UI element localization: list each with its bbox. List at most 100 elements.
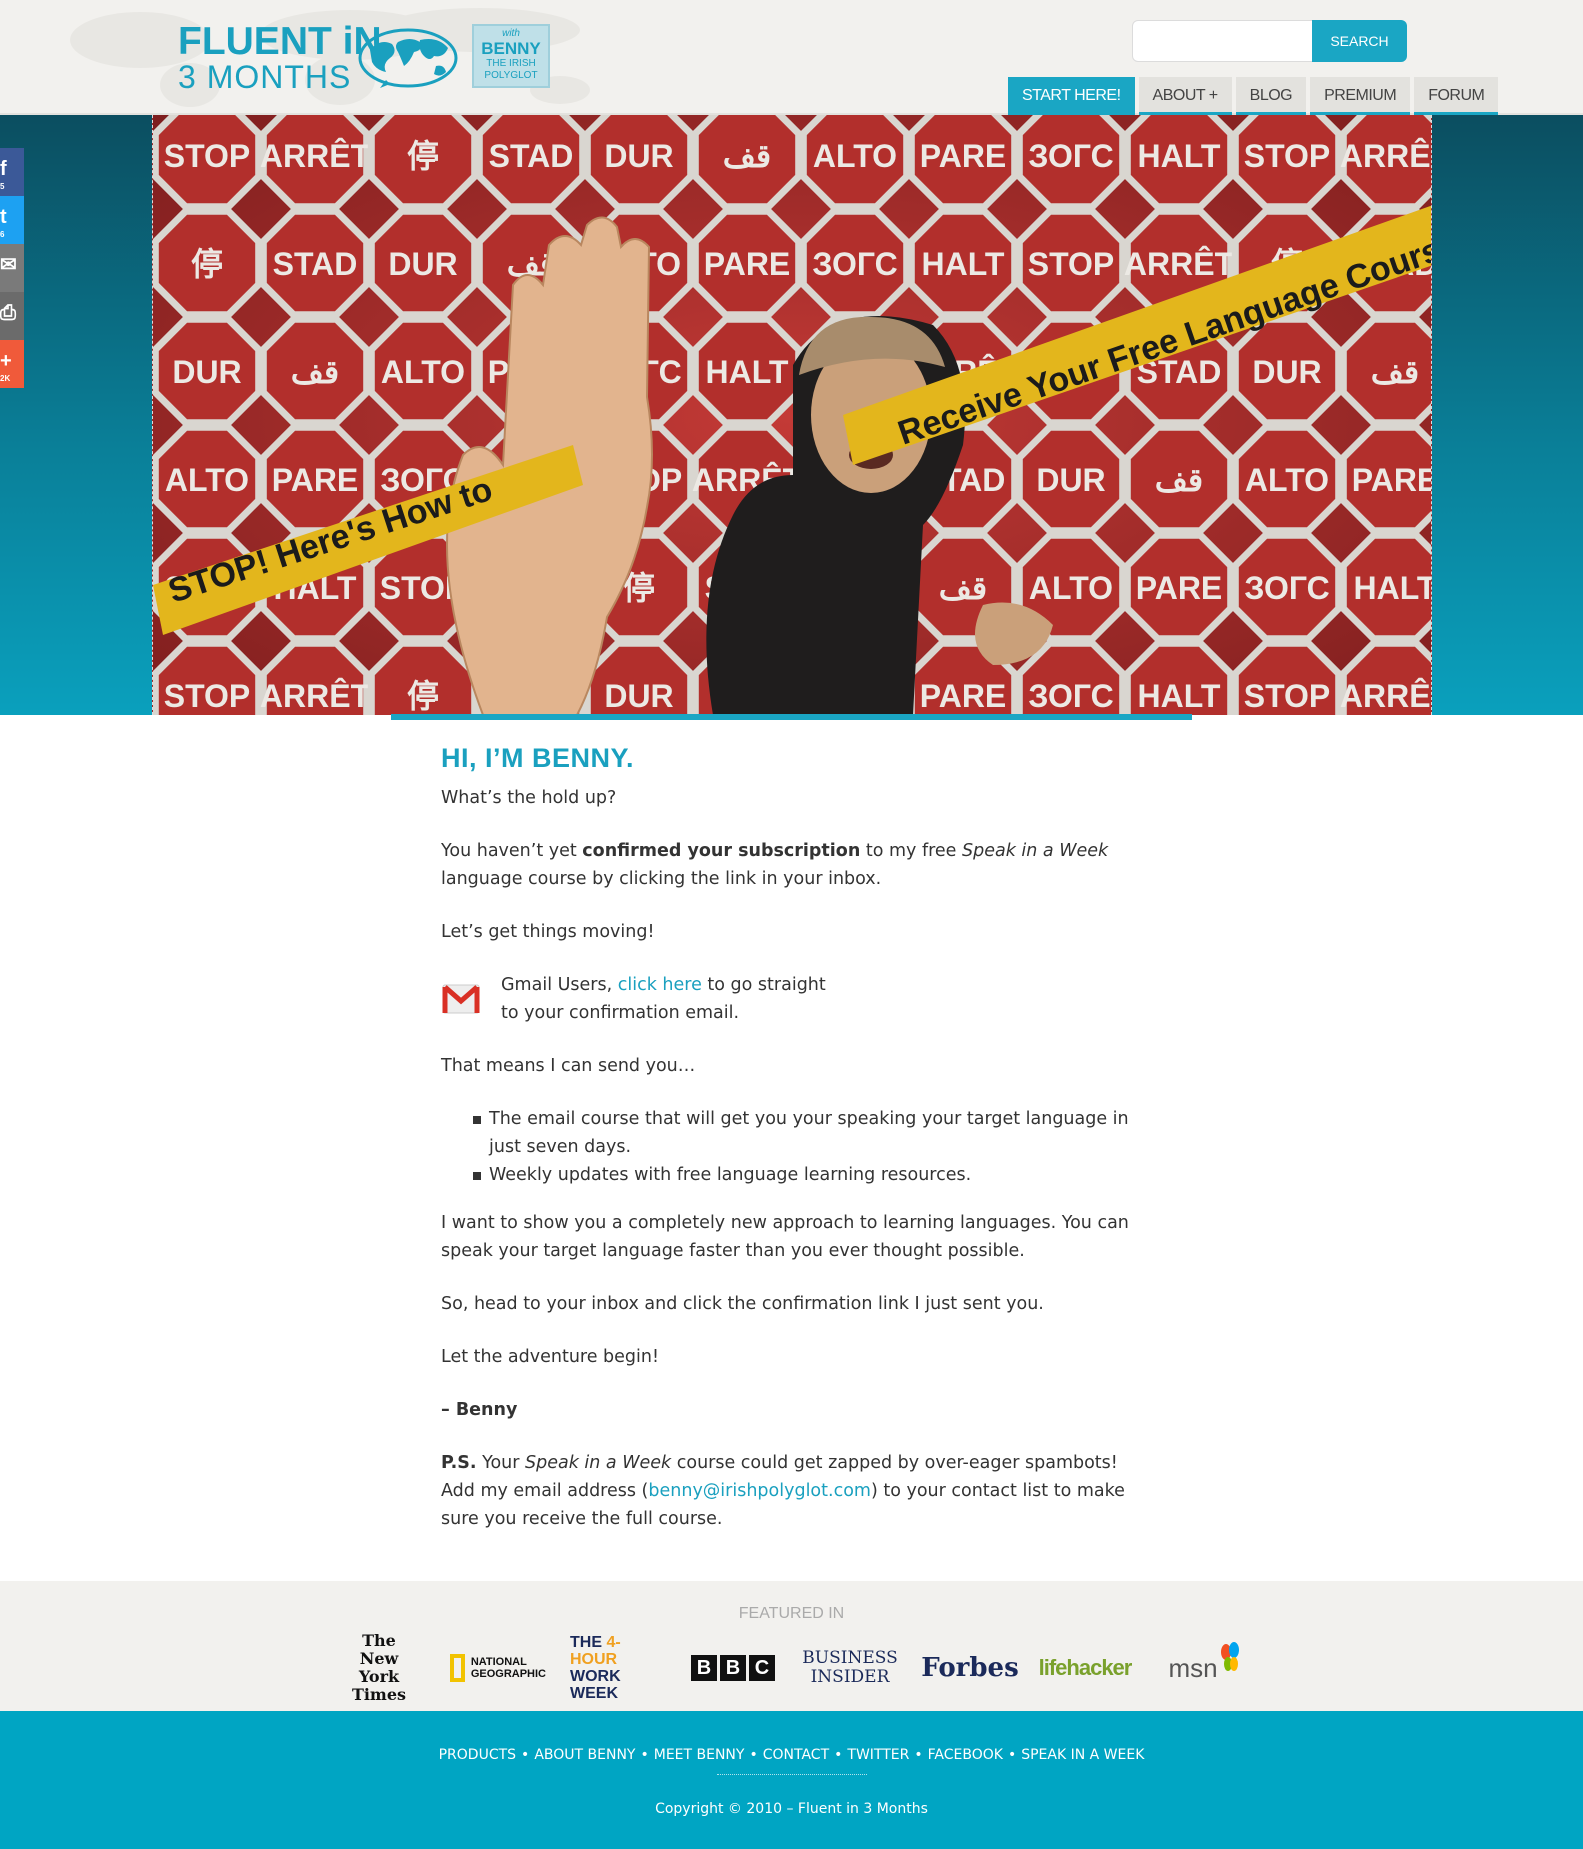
nyt-line: Times [351,1685,407,1704]
msn-text: msn [1168,1652,1218,1683]
stop-sign-label: ALTO [1245,462,1329,498]
badge-name: BENNY [481,39,541,58]
nyt-line: New York [358,1649,400,1686]
stop-sign-label: ALTO [165,462,249,498]
msn-butterfly-icon [1220,1642,1239,1671]
social-share-bar: f5 t6 ✉ ⎙ +2K [0,148,24,388]
stop-sign-label: قف [291,354,339,390]
text: Gmail Users, [501,975,618,995]
hero-image[interactable]: STOP ARRÊT 停 STAD DUR قف ALTO PARE ЗОГС HALT STOP A… [152,115,1432,715]
paragraph-hold-up: What’s the hold up? [441,788,617,808]
forbes-logo: Forbes [920,1643,1020,1693]
benny-badge: with BENNY THE IRISH POLYGLOT [472,24,550,88]
stop-sign-label: ЗОГС [1244,570,1329,606]
text: You haven’t yet [441,841,583,861]
bbc-logo: B B C [690,1643,776,1693]
email-share[interactable]: ✉ [0,244,24,292]
nav-forum[interactable]: FORUM [1414,77,1499,115]
stop-sign-label: 停 [407,678,439,714]
bbc-letter: B [691,1655,717,1681]
nav-premium[interactable]: PREMIUM [1310,77,1411,115]
signature-text: – Benny [441,1400,518,1420]
logo-line-1: FLUENT iN [178,20,382,63]
footer-link-twitter[interactable]: TWITTER [847,1747,909,1763]
ps-label: P.S. [441,1453,477,1473]
stop-sign-label: STOP [1244,678,1331,714]
footer-separator: • [1007,1747,1017,1763]
footer-links: PRODUCTS • ABOUT BENNY • MEET BENNY • CONTACT •… [0,1747,1583,1763]
stop-sign-label: قف [1371,354,1419,390]
paragraph-send-you: That means I can send you… [441,1056,696,1076]
footer-link-speak-in-a-week[interactable]: SPEAK IN A WEEK [1021,1747,1144,1763]
business-insider-logo: BUSINESS INSIDER [800,1643,900,1693]
msn-logo: msn [1160,1642,1250,1693]
footer-separator: • [640,1747,649,1763]
stop-sign-label: ALTO [813,138,897,174]
stop-sign-label: STOP [164,678,251,714]
nyt-line: The [362,1631,396,1650]
footer-separator: • [914,1747,923,1763]
stop-sign-label: PARE [920,678,1007,714]
paragraph-approach: I want to show you a completely new appr… [441,1213,1129,1261]
page-title: HI, I’M BENNY. [441,743,635,773]
nav-about[interactable]: ABOUT + [1138,77,1232,115]
nav-blog[interactable]: BLOG [1235,77,1307,115]
more-share[interactable]: +2K [0,340,24,388]
facebook-share[interactable]: f5 [0,148,24,196]
bbc-letter: B [720,1655,746,1681]
share-count: 6 [0,230,5,239]
stop-sign-label: 停 [191,246,223,282]
nav-start-here[interactable]: START HERE! [1008,77,1135,115]
stop-sign-label: PARE [704,246,791,282]
paragraph-confirm: You haven’t yet confirmed your subscript… [441,837,1141,893]
bi-line: BUSINESS [802,1648,898,1668]
stop-sign-label: PARE [1136,570,1223,606]
italic-text: Speak in a Week [525,1453,672,1473]
stop-sign-label: ARRÊT [260,138,371,174]
stop-sign-label: HALT [1138,138,1221,174]
stop-sign-label: ARRÊT [1124,246,1235,282]
four-hour-logo: THE 4-HOUR WORK WEEK [570,1634,665,1702]
stop-sign-label: PARE [272,462,359,498]
badge-sub: THE IRISH POLYGLOT [474,58,548,82]
stop-sign-label: ARRÊT [260,678,371,714]
footer-link-facebook[interactable]: FACEBOOK [928,1747,1003,1763]
stop-sign-label: STOP [164,138,251,174]
site-logo[interactable]: FLUENT iN 3 MONTHS with BENNY THE IRISH P… [178,20,558,94]
hero-stop-signs: STOP ARRÊT 停 STAD DUR قف ALTO PARE ЗОГС HALT STOP A… [153,115,1431,715]
stop-sign-label: 停 [407,138,439,174]
list-item: Weekly updates with free language learni… [471,1161,1141,1189]
gmail-click-here-link[interactable]: click here [618,975,702,995]
fourhour-text: THE [570,1634,607,1651]
search-button[interactable]: SEARCH [1312,20,1407,62]
footer-separator: • [834,1747,843,1763]
footer-link-contact[interactable]: CONTACT [763,1747,829,1763]
paragraph-moving: Let’s get things moving! [441,922,655,942]
natgeo-line: GEOGRAPHIC [470,1668,546,1680]
stop-sign-label: HALT [1138,678,1221,714]
paragraph-inbox: So, head to your inbox and click the con… [441,1294,1044,1314]
print-share[interactable]: ⎙ [0,292,24,340]
email-icon: ✉ [0,254,17,276]
share-plus-icon: + [0,350,12,372]
stop-sign-label: DUR [172,354,241,390]
footer-link-meet-benny[interactable]: MEET BENNY [654,1747,745,1763]
main-content: HI, I’M BENNY. What’s the hold up? You h… [441,738,1141,1558]
text: to my free [860,841,963,861]
email-link[interactable]: benny@irishpolyglot.com [648,1481,871,1501]
paragraph-ps: P.S. Your Speak in a Week course could g… [441,1449,1141,1533]
footer-link-about-benny[interactable]: ABOUT BENNY [534,1747,635,1763]
footer-link-products[interactable]: PRODUCTS [439,1747,516,1763]
bold-text: confirmed your subscription [582,841,861,861]
hero-underline [391,714,1192,720]
twitter-share[interactable]: t6 [0,196,24,244]
search-input[interactable] [1132,20,1314,62]
stop-sign-label: STOP [1028,246,1115,282]
site-header: FLUENT iN 3 MONTHS with BENNY THE IRISH P… [0,0,1583,115]
stop-sign-label: HALT [922,246,1005,282]
site-footer: PRODUCTS • ABOUT BENNY • MEET BENNY • CONTACT •… [0,1711,1583,1849]
badge-sub-1: THE IRISH [486,58,536,69]
stop-sign-label: PARE [920,138,1007,174]
stop-sign-label: DUR [604,138,673,174]
gmail-icon [442,984,480,1014]
